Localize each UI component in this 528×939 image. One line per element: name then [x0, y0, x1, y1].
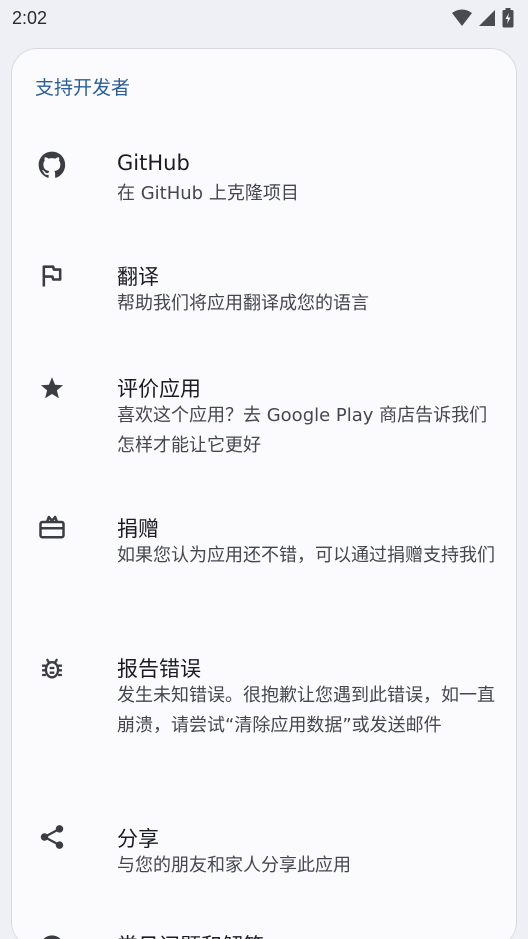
rate-app-item[interactable]: 评价应用 喜欢这个应用？去 Google Play 商店告诉我们怎样才能让它更好: [12, 359, 516, 479]
status-bar: 2:02: [0, 0, 528, 36]
section-title: 支持开发者: [35, 77, 131, 99]
donate-item[interactable]: 捐赠 如果您认为应用还不错，可以通过捐赠支持我们: [12, 499, 516, 619]
star-icon: [36, 372, 68, 404]
faq-item[interactable]: 常见问题和解答: [12, 919, 516, 939]
translate-item[interactable]: 翻译 帮助我们将应用翻译成您的语言: [12, 247, 516, 347]
support-developer-card: 支持开发者 GitHub 在 GitHub 上克隆项目 翻译 帮助我们将应用翻译…: [11, 48, 517, 939]
item-title: 分享: [117, 827, 159, 851]
item-title: 常见问题和解答: [117, 930, 264, 939]
help-icon: [36, 931, 68, 939]
github-icon: [36, 149, 68, 181]
item-subtitle: 发生未知错误。很抱歉让您遇到此错误，如一直崩溃，请尝试“清除应用数据”或发送邮件: [117, 685, 495, 736]
item-subtitle: 如果您认为应用还不错，可以通过捐赠支持我们: [117, 545, 495, 566]
item-title: GitHub: [117, 151, 190, 175]
share-icon: [36, 821, 68, 853]
item-title: 捐赠: [117, 517, 159, 541]
item-subtitle: 与您的朋友和家人分享此应用: [117, 855, 351, 876]
item-title: 翻译: [117, 265, 159, 289]
item-subtitle: 喜欢这个应用？去 Google Play 商店告诉我们怎样才能让它更好: [117, 405, 488, 456]
report-bug-item[interactable]: 报告错误 发生未知错误。很抱歉让您遇到此错误，如一直崩溃，请尝试“清除应用数据”…: [12, 639, 516, 789]
status-time: 2:02: [12, 7, 48, 28]
flag-icon: [36, 260, 68, 292]
cell-signal-icon: [479, 10, 495, 26]
item-title: 报告错误: [117, 657, 201, 681]
github-item[interactable]: GitHub 在 GitHub 上克隆项目: [12, 137, 516, 237]
wifi-icon: [452, 9, 472, 26]
share-item[interactable]: 分享 与您的朋友和家人分享此应用: [12, 809, 516, 909]
battery-icon: [502, 8, 514, 28]
item-title: 评价应用: [117, 377, 201, 401]
item-subtitle: 帮助我们将应用翻译成您的语言: [117, 293, 369, 314]
gift-card-icon: [36, 511, 68, 543]
status-icons: [452, 8, 514, 28]
bug-icon: [36, 652, 68, 684]
item-subtitle: 在 GitHub 上克隆项目: [117, 183, 299, 204]
